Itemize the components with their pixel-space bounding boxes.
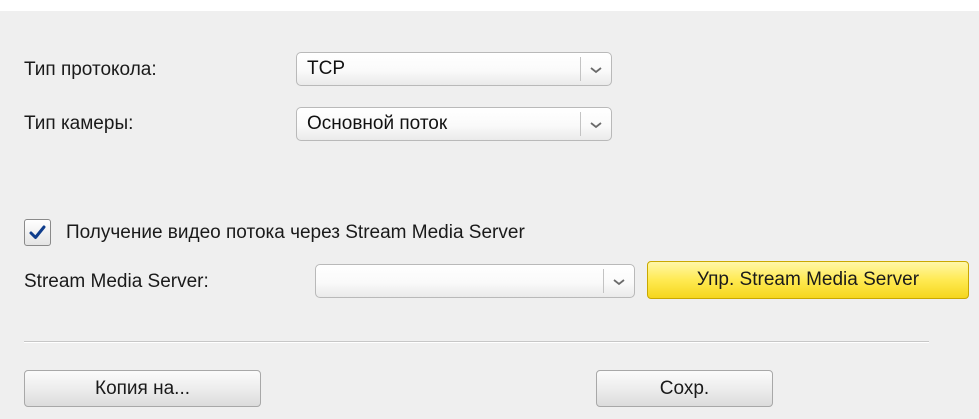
protocol-type-label: Тип протокола: [24, 59, 157, 80]
stream-media-server-dropdown[interactable] [315, 264, 635, 298]
stream-media-server-checkbox-label[interactable]: Получение видео потока через Stream Medi… [66, 222, 525, 244]
dropdown-separator [580, 57, 581, 81]
copy-to-button[interactable]: Копия на... [24, 370, 261, 407]
chevron-down-icon[interactable] [589, 120, 603, 130]
protocol-type-dropdown[interactable]: TCP [296, 52, 612, 86]
camera-type-dropdown[interactable]: Основной поток [296, 107, 612, 141]
stream-media-server-checkbox[interactable] [24, 219, 51, 246]
chevron-down-icon[interactable] [612, 277, 626, 287]
manage-stream-media-server-button[interactable]: Упр. Stream Media Server [647, 261, 969, 299]
checkmark-icon [29, 225, 46, 239]
chevron-down-icon[interactable] [589, 65, 603, 75]
save-button[interactable]: Сохр. [596, 370, 773, 407]
camera-type-label: Тип камеры: [24, 113, 134, 134]
settings-panel: Тип протокола: TCP Тип камеры: Основной … [0, 11, 979, 419]
stream-media-server-label: Stream Media Server: [24, 271, 209, 292]
camera-type-value: Основной поток [307, 113, 448, 134]
dropdown-separator [580, 112, 581, 136]
divider [24, 341, 929, 343]
dropdown-separator [603, 269, 604, 293]
protocol-type-value: TCP [307, 58, 345, 79]
